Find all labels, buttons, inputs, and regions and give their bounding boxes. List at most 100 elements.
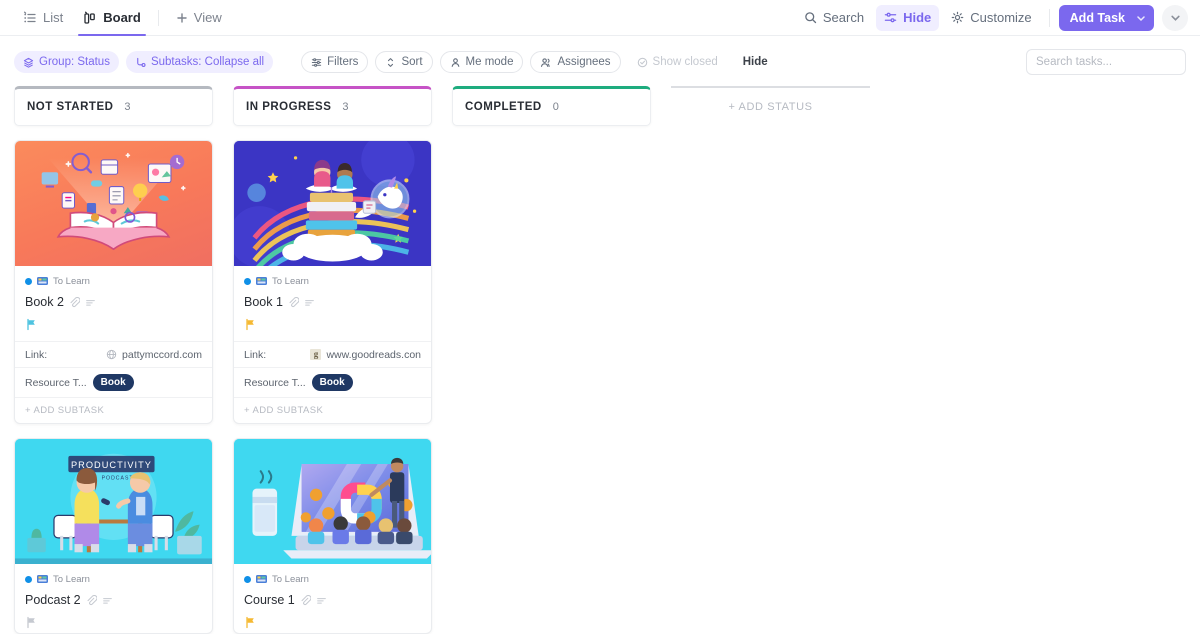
attachment-icon <box>288 296 299 308</box>
card-title: Podcast 2 <box>25 593 81 607</box>
flag-icon <box>25 616 38 629</box>
task-card[interactable]: PRODUCTIVITY PODCAST To Learn Podcast 2 <box>14 438 213 634</box>
goodreads-icon: g <box>310 349 322 360</box>
list-badge-icon <box>37 276 48 286</box>
filter-pill-subtasks[interactable]: Subtasks: Collapse all <box>125 51 274 73</box>
task-card[interactable]: To Learn Book 2 Link: pattymccord.com Re… <box>14 140 213 424</box>
filter-pill-show-closed[interactable]: Show closed <box>628 51 727 73</box>
card-cover-image <box>234 439 431 564</box>
svg-text:PODCAST: PODCAST <box>102 475 134 481</box>
filter-pill-me-mode-label: Me mode <box>465 56 514 68</box>
search-tasks-input[interactable] <box>1036 56 1176 68</box>
card-priority-row[interactable] <box>25 313 202 335</box>
column-header[interactable]: COMPLETED 0 <box>452 86 651 126</box>
card-priority-row[interactable] <box>25 611 202 633</box>
card-cover-image <box>15 141 212 266</box>
card-title-row[interactable]: Podcast 2 <box>25 593 202 607</box>
card-title: Course 1 <box>244 593 295 607</box>
people-icon <box>540 57 552 68</box>
card-meta: To Learn <box>244 572 421 586</box>
hide-button[interactable]: Hide <box>876 4 940 31</box>
card-body: To Learn Book 1 Link: g www.goodreads.co… <box>234 266 431 423</box>
top-bar-actions: Search Hide Customize Add Task <box>796 4 1188 31</box>
add-subtask-button[interactable]: + ADD SUBTASK <box>15 397 212 423</box>
view-tab-board-label: Board <box>103 10 141 25</box>
card-title-row[interactable]: Book 2 <box>25 295 202 309</box>
card-title: Book 2 <box>25 295 64 309</box>
view-tab-list[interactable]: List <box>14 0 72 36</box>
view-tab-board[interactable]: Board <box>74 0 150 36</box>
card-title-row[interactable]: Book 1 <box>244 295 421 309</box>
filter-pill-show-closed-label: Show closed <box>652 56 718 68</box>
search-button-label: Search <box>822 10 865 25</box>
board-column-in-progress: IN PROGRESS 3 To Learn Book 1 Link: g ww… <box>233 86 432 634</box>
card-tag-value: Book <box>311 374 353 391</box>
card-field-resource-type[interactable]: Resource T... Book <box>234 367 431 397</box>
hide-button-label: Hide <box>903 10 932 25</box>
card-field-label: Link: <box>244 348 267 361</box>
more-options-button[interactable] <box>1162 4 1188 31</box>
description-icon <box>316 595 327 606</box>
customize-button[interactable]: Customize <box>943 5 1039 31</box>
search-icon <box>804 11 817 24</box>
filter-pill-sort[interactable]: Sort <box>375 51 433 73</box>
flag-icon <box>25 318 38 331</box>
search-tasks-box[interactable] <box>1026 49 1186 75</box>
customize-button-label: Customize <box>970 10 1032 25</box>
filter-icon <box>311 57 322 68</box>
board-icon <box>83 11 97 25</box>
view-tabs: List Board View <box>14 0 231 36</box>
card-priority-row[interactable] <box>244 313 421 335</box>
add-view-button[interactable]: View <box>167 0 231 36</box>
layers-icon <box>23 57 34 68</box>
card-list-name: To Learn <box>272 573 309 585</box>
plus-icon <box>176 12 188 24</box>
card-field-link[interactable]: Link: g www.goodreads.con <box>234 341 431 367</box>
card-list-name: To Learn <box>53 275 90 287</box>
column-cards: To Learn Book 1 Link: g www.goodreads.co… <box>233 140 432 634</box>
add-view-label: View <box>193 10 222 25</box>
column-header[interactable]: NOT STARTED 3 <box>14 86 213 126</box>
filter-pill-group[interactable]: Group: Status <box>14 51 119 73</box>
filter-pill-me-mode[interactable]: Me mode <box>439 51 524 73</box>
card-field-value-wrap: g www.goodreads.con <box>310 349 421 361</box>
task-card[interactable]: To Learn Book 1 Link: g www.goodreads.co… <box>233 140 432 424</box>
task-card[interactable]: To Learn Course 1 <box>233 438 432 634</box>
list-icon <box>23 11 37 25</box>
chevron-down-icon[interactable] <box>1134 5 1154 31</box>
card-field-label: Link: <box>25 348 48 361</box>
column-title: NOT STARTED <box>27 101 114 113</box>
card-tag-value: Book <box>92 374 134 391</box>
subtask-icon <box>135 57 146 68</box>
filter-pill-filters-label: Filters <box>327 56 359 68</box>
chevron-down-icon <box>1170 12 1181 23</box>
filter-pill-assignees-label: Assignees <box>557 56 611 68</box>
list-badge-icon <box>256 276 267 286</box>
card-title-row[interactable]: Course 1 <box>244 593 421 607</box>
column-header[interactable]: IN PROGRESS 3 <box>233 86 432 126</box>
search-button[interactable]: Search <box>796 5 872 31</box>
hide-icon <box>884 11 897 24</box>
attachment-icon <box>69 296 80 308</box>
sort-icon <box>385 57 396 68</box>
top-bar: List Board View Search Hide Customize Ad… <box>0 0 1200 36</box>
filter-pill-filters[interactable]: Filters <box>301 51 369 73</box>
add-status-button[interactable]: + ADD STATUS <box>671 86 870 126</box>
card-meta: To Learn <box>244 274 421 288</box>
card-cover-image <box>234 141 431 266</box>
attachment-icon <box>300 594 311 606</box>
card-list-name: To Learn <box>53 573 90 585</box>
flag-icon <box>244 318 257 331</box>
card-priority-row[interactable] <box>244 611 421 633</box>
card-field-link[interactable]: Link: pattymccord.com <box>15 341 212 367</box>
card-body: To Learn Course 1 <box>234 564 431 633</box>
add-subtask-button[interactable]: + ADD SUBTASK <box>234 397 431 423</box>
add-status-column: + ADD STATUS <box>671 86 870 634</box>
add-task-button[interactable]: Add Task <box>1058 4 1154 31</box>
filter-pill-assignees[interactable]: Assignees <box>530 51 621 73</box>
attachment-icon <box>86 594 97 606</box>
column-cards: To Learn Book 2 Link: pattymccord.com Re… <box>14 140 213 634</box>
card-field-resource-type[interactable]: Resource T... Book <box>15 367 212 397</box>
filter-pill-hide[interactable]: Hide <box>734 51 777 73</box>
status-dot <box>244 277 251 285</box>
